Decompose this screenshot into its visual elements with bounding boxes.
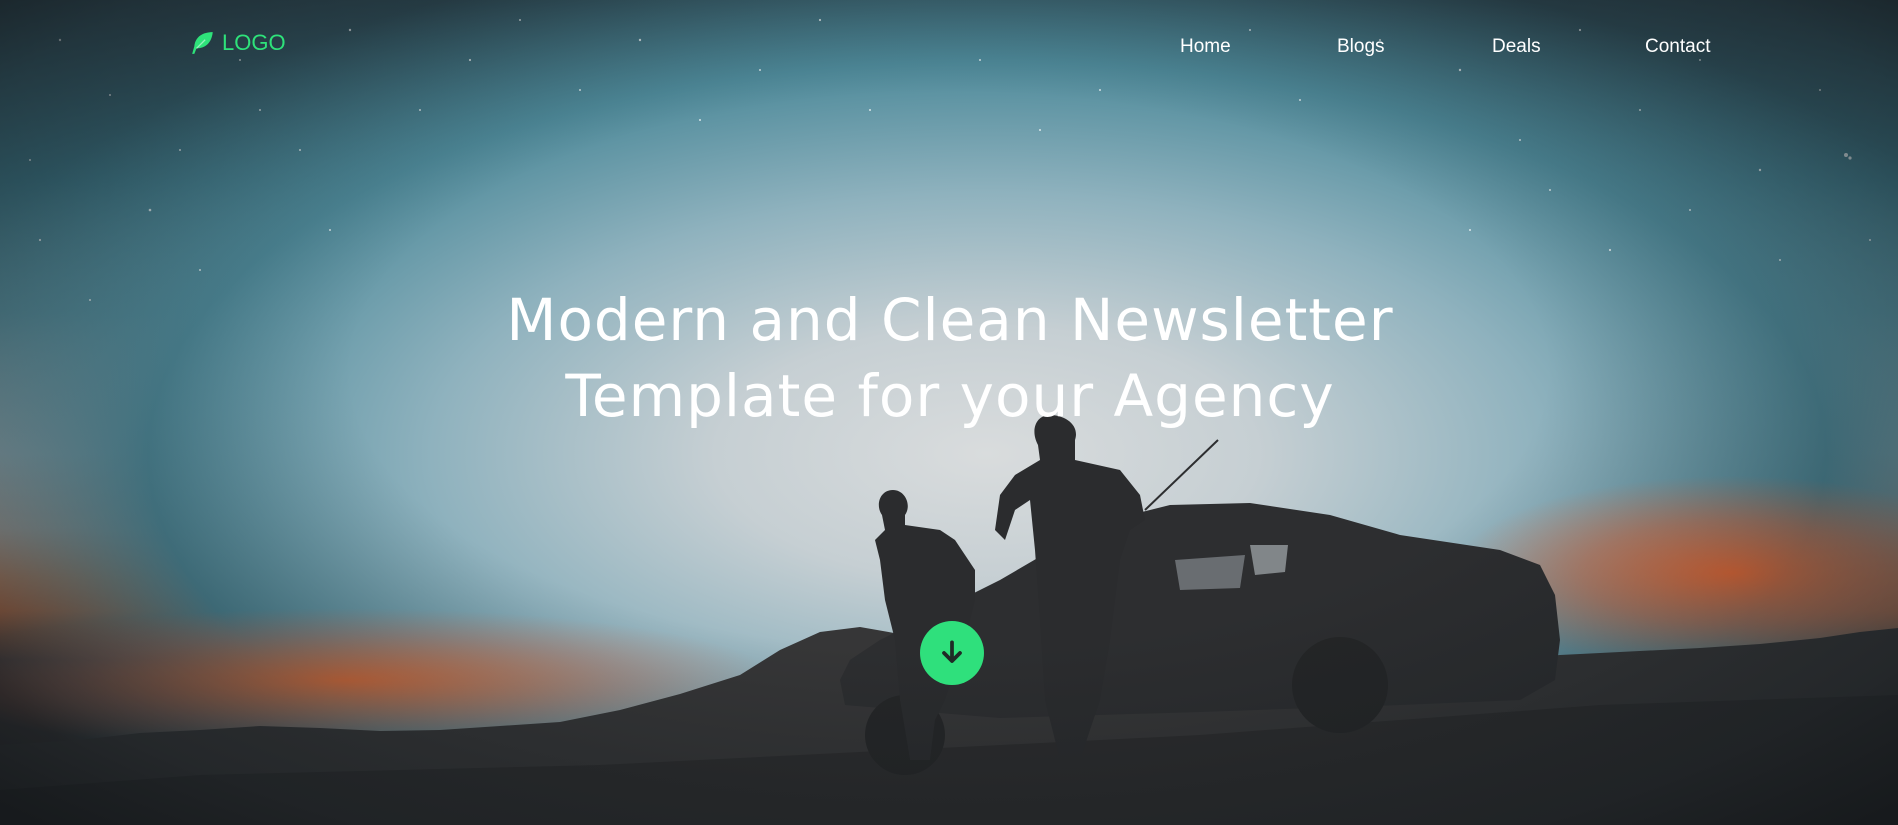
hero-title-line-2: Template for your Agency (565, 362, 1335, 430)
nav-item-blogs[interactable]: Blogs (1337, 36, 1385, 58)
hero-section: LOGO Home Blogs Deals Contact Modern and… (0, 0, 1898, 825)
main-nav: Home Blogs Deals Contact (1150, 36, 1730, 60)
nav-item-deals[interactable]: Deals (1492, 36, 1541, 58)
nav-item-home[interactable]: Home (1180, 36, 1231, 58)
hero-title: Modern and Clean Newsletter Template for… (400, 282, 1500, 434)
logo-link[interactable]: LOGO (190, 30, 286, 56)
leaf-icon (192, 32, 213, 54)
logo-text: LOGO (222, 30, 286, 55)
hero-title-line-1: Modern and Clean Newsletter (506, 286, 1394, 354)
nav-item-contact[interactable]: Contact (1645, 36, 1710, 58)
scroll-down-button[interactable] (920, 621, 984, 685)
arrow-down-icon (942, 640, 962, 663)
